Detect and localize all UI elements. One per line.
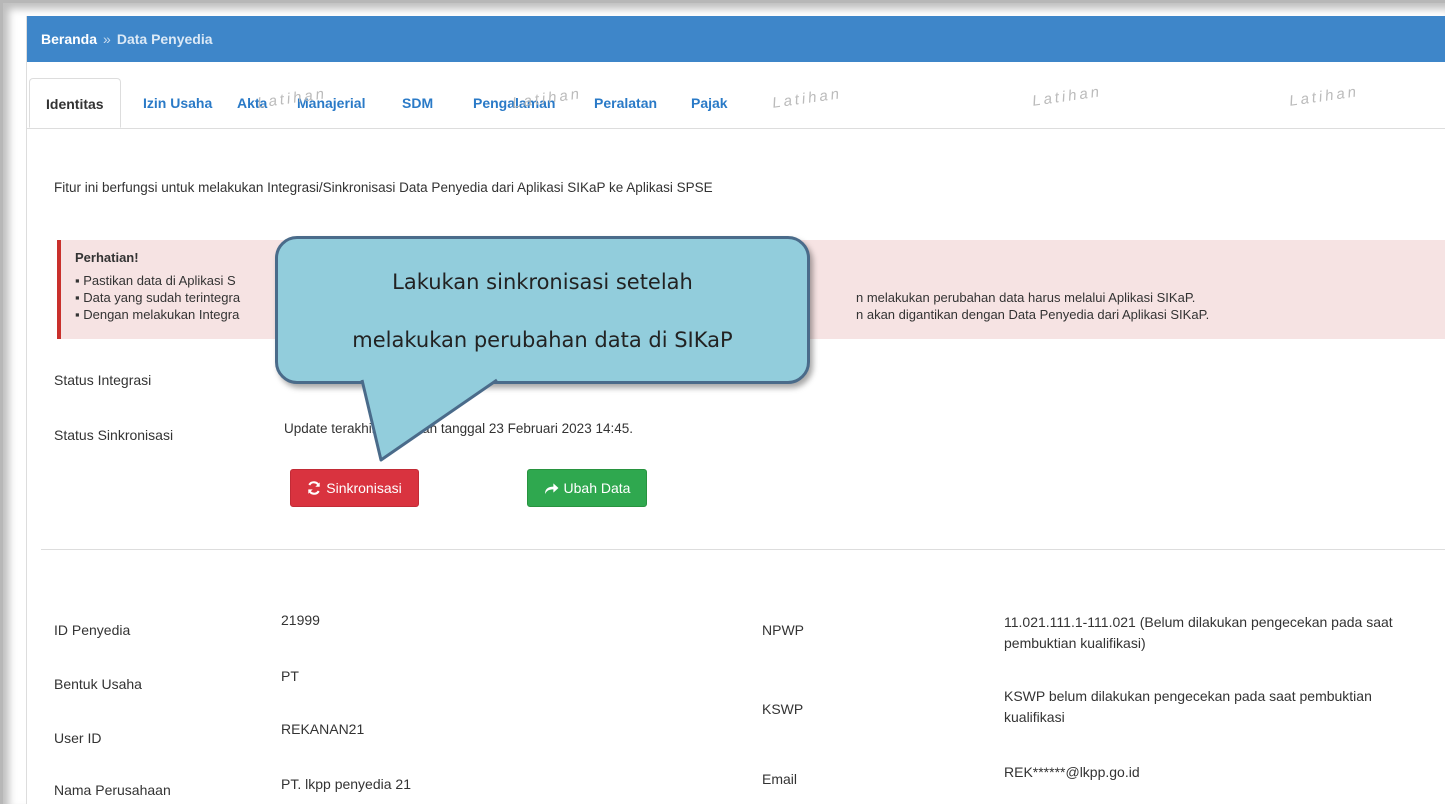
callout-pointer — [360, 374, 498, 462]
